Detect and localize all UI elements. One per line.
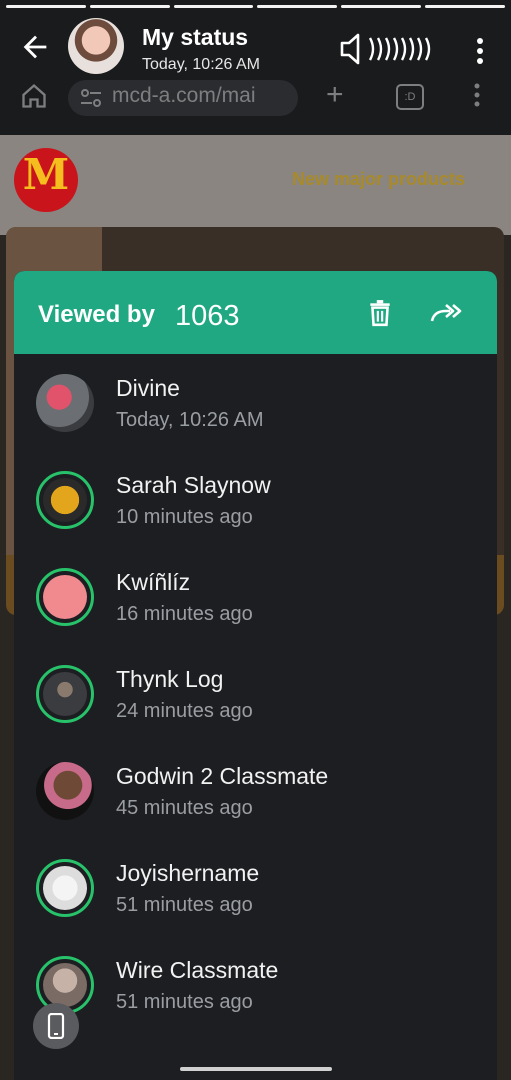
url-text: mcd-a.com/mai — [112, 84, 256, 107]
viewer-row[interactable]: Joyishername 51 minutes ago — [14, 839, 497, 936]
phone-button[interactable] — [33, 1003, 79, 1049]
viewer-name: Wire Classmate — [116, 957, 279, 983]
viewer-time: 24 minutes ago — [116, 700, 253, 722]
viewer-avatar — [36, 665, 94, 723]
viewer-row[interactable]: Sarah Slaynow 10 minutes ago — [14, 451, 497, 548]
viewer-name: Godwin 2 Classmate — [116, 763, 329, 789]
phone-icon — [47, 1013, 65, 1039]
status-time: Today, 10:26 AM — [142, 56, 260, 73]
browser-menu-icon — [474, 83, 480, 107]
viewer-name: Sarah Slaynow — [116, 472, 271, 498]
tabs-icon: :D — [396, 84, 424, 110]
viewer-time: 45 minutes ago — [116, 797, 253, 819]
viewer-time: 16 minutes ago — [116, 603, 253, 625]
viewer-row[interactable]: Wire Classmate 51 minutes ago — [14, 936, 497, 1033]
arrow-left-icon[interactable] — [18, 30, 52, 64]
home-icon — [22, 83, 46, 108]
forward-icon[interactable] — [430, 301, 462, 325]
trash-icon[interactable] — [367, 299, 393, 327]
speaker-sound-icon[interactable] — [338, 32, 442, 66]
my-status-avatar[interactable] — [68, 18, 124, 74]
status-title: My status — [142, 24, 249, 50]
new-tab-icon: + — [326, 78, 344, 111]
gesture-nav-bar[interactable] — [180, 1067, 332, 1071]
viewer-avatar — [36, 859, 94, 917]
viewed-by-count: 1063 — [175, 300, 240, 332]
viewer-name: Divine — [116, 375, 180, 401]
viewer-time: 51 minutes ago — [116, 894, 253, 916]
viewer-name: Joyishername — [116, 860, 260, 886]
viewer-row[interactable]: Godwin 2 Classmate 45 minutes ago — [14, 742, 497, 839]
viewed-by-panel: Viewed by 1063 Divine Today, 10:26 AM Sa… — [14, 271, 497, 1080]
viewer-time: 51 minutes ago — [116, 991, 253, 1013]
browser-url-row: mcd-a.com/mai + :D — [0, 78, 511, 124]
viewer-row[interactable]: Kwíñlíz 16 minutes ago — [14, 548, 497, 645]
viewed-by-header: Viewed by 1063 — [14, 271, 497, 354]
site-nav-link: New major products — [292, 169, 466, 189]
more-vertical-icon[interactable] — [470, 36, 490, 66]
viewer-name: Thynk Log — [116, 666, 224, 692]
viewer-time: Today, 10:26 AM — [116, 409, 264, 431]
mcdonalds-logo: M — [14, 148, 78, 212]
site-settings-icon — [81, 89, 101, 107]
viewer-row[interactable]: Thynk Log 24 minutes ago — [14, 645, 497, 742]
viewer-avatar — [36, 568, 94, 626]
viewer-avatar — [36, 471, 94, 529]
viewer-avatar — [36, 762, 94, 820]
viewer-time: 10 minutes ago — [116, 506, 253, 528]
viewer-name: Kwíñlíz — [116, 569, 191, 595]
viewed-by-label: Viewed by — [38, 301, 155, 328]
status-header: My status Today, 10:26 AM — [0, 16, 511, 80]
viewer-row[interactable]: Divine Today, 10:26 AM — [14, 354, 497, 451]
status-progress-bars — [6, 5, 505, 8]
viewer-avatar — [36, 374, 94, 432]
